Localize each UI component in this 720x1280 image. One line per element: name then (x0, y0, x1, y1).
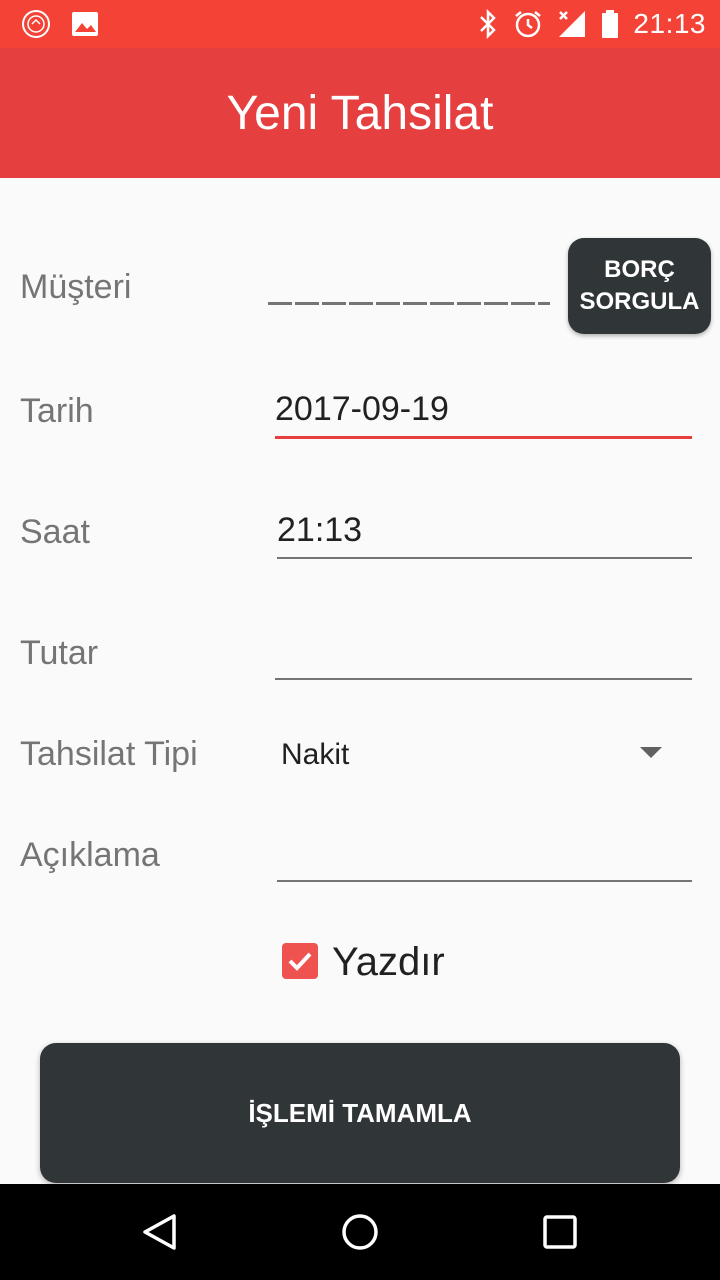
saat-label: Saat (20, 513, 90, 551)
tutar-label: Tutar (20, 634, 99, 672)
navigation-bar (0, 1184, 720, 1280)
yazdir-checkbox[interactable] (282, 943, 318, 979)
home-icon[interactable] (340, 1212, 380, 1252)
tarih-label: Tarih (20, 392, 94, 430)
saat-underline (277, 557, 692, 559)
checkmark-icon (288, 952, 312, 971)
islemi-tamamla-button[interactable]: İŞLEMİ TAMAMLA (40, 1043, 680, 1183)
status-bar: 21:13 (0, 0, 720, 48)
recents-icon[interactable] (540, 1212, 580, 1252)
dropdown-arrow-icon (640, 747, 662, 758)
tahsilat-tipi-value: Nakit (281, 738, 350, 771)
tutar-input[interactable] (275, 630, 692, 680)
yazdir-label[interactable]: Yazdır (332, 940, 445, 985)
musteri-label: Müşteri (20, 268, 132, 306)
tutar-underline (275, 678, 692, 680)
image-icon (72, 12, 98, 36)
back-icon[interactable] (140, 1212, 180, 1252)
musteri-field-underline (268, 302, 550, 305)
app-logo-icon (22, 10, 50, 38)
status-time: 21:13 (633, 8, 706, 39)
bluetooth-icon (480, 9, 497, 39)
aciklama-input[interactable] (277, 830, 692, 880)
tarih-underline (275, 436, 692, 439)
musteri-field[interactable] (268, 260, 550, 308)
aciklama-label: Açıklama (20, 836, 160, 874)
saat-input[interactable]: 21:13 (277, 511, 362, 550)
tarih-input[interactable]: 2017-09-19 (275, 390, 449, 429)
page-title: Yeni Tahsilat (226, 87, 494, 140)
battery-icon (602, 10, 619, 38)
app-toolbar: Yeni Tahsilat (0, 48, 720, 178)
alarm-icon (515, 11, 542, 38)
tahsilat-tipi-label: Tahsilat Tipi (20, 735, 198, 773)
borc-sorgula-button[interactable]: BORÇ SORGULA (568, 238, 711, 334)
aciklama-underline (277, 880, 692, 882)
no-signal-icon (559, 11, 586, 37)
